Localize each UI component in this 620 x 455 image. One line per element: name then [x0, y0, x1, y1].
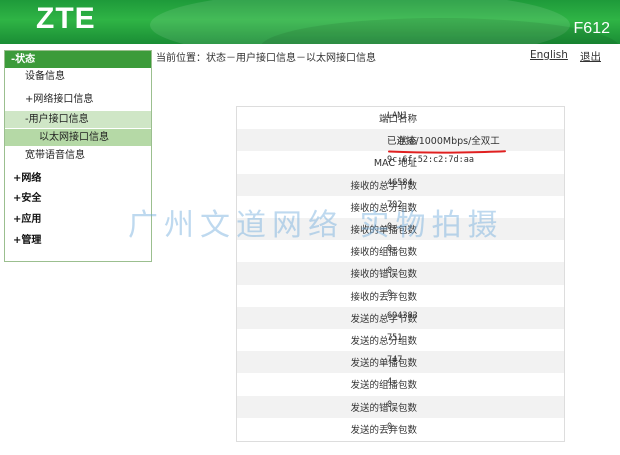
nav-network[interactable]: +网络: [5, 170, 151, 187]
row-label: 接收的组播包数: [350, 247, 417, 259]
nav-user-interface-info[interactable]: -用户接口信息: [5, 111, 151, 128]
row-label: 发送的单播包数: [350, 358, 417, 370]
table-row: 接收的丢弃包数 0: [237, 285, 564, 307]
logout-link[interactable]: 退出: [580, 49, 601, 64]
nav-broadband-voice-info[interactable]: 宽带语音信息: [5, 147, 151, 164]
table-row: 发送的总字节数 694383: [237, 306, 564, 329]
ethernet-info-table: 端口名称 LAN1 状态 已连接/1000Mbps/全双工 MAC 地址 9c:6f:…: [236, 106, 565, 442]
table-row: 状态 已连接/1000Mbps/全双工: [237, 129, 564, 152]
row-value: 已连接/1000Mbps/全双工: [387, 136, 500, 148]
table-row: 发送的组播包数 4: [237, 373, 564, 395]
table-row: 接收的组播包数 0: [237, 240, 564, 262]
table-row: 接收的总字节数 46584: [237, 173, 564, 196]
row-value: 0: [387, 421, 393, 432]
row-label: 接收的错误包数: [350, 269, 417, 281]
table-row: 接收的错误包数 0: [237, 262, 564, 285]
row-label: 发送的错误包数: [350, 402, 417, 414]
table-row: MAC 地址 9c:6f:52:c2:7d:aa: [237, 151, 564, 173]
breadcrumb: 当前位置：状态－用户接口信息－以太网接口信息: [156, 53, 376, 64]
row-value: 0: [387, 266, 393, 277]
row-value: LAN1: [387, 111, 408, 121]
zte-logo: ZTE: [36, 2, 96, 35]
row-value: 751: [387, 333, 403, 343]
nav-application[interactable]: +应用: [5, 211, 151, 228]
row-value: 0: [387, 244, 393, 255]
row-label: 发送的总分组数: [350, 336, 417, 347]
row-label: 发送的丢弃包数: [350, 424, 417, 436]
nav-status[interactable]: -状态: [5, 51, 151, 68]
row-label: 接收的总分组数: [350, 202, 417, 214]
row-value: 9c:6f:52:c2:7d:aa: [387, 155, 474, 166]
row-value: 0: [387, 288, 393, 299]
table-row: 发送的单播包数 747: [237, 351, 564, 374]
row-value: 4: [387, 377, 393, 388]
row-value: 46584: [387, 177, 413, 188]
header-banner: ZTE F612: [0, 0, 620, 44]
nav-device-info[interactable]: 设备信息: [5, 68, 151, 85]
red-underline-annotation: [388, 150, 506, 154]
row-label: 接收的单播包数: [350, 225, 417, 236]
row-label: 发送的组播包数: [350, 380, 417, 392]
nav-security[interactable]: +安全: [5, 190, 151, 207]
nav-ethernet-interface-info[interactable]: 以太网接口信息: [5, 129, 151, 146]
sidebar-nav: -状态 设备信息 +网络接口信息 -用户接口信息 以太网接口信息 宽带语音信息 …: [4, 50, 152, 262]
row-value: 694383: [387, 310, 418, 321]
row-value: 0: [387, 222, 393, 232]
table-row: 端口名称 LAN1: [237, 107, 564, 129]
table-row: 发送的丢弃包数 0: [237, 418, 564, 440]
english-link[interactable]: English: [530, 49, 568, 61]
table-row: 接收的总分组数 702: [237, 196, 564, 218]
row-value: 0: [387, 399, 393, 410]
row-label: 接收的丢弃包数: [350, 291, 417, 303]
table-row: 发送的总分组数 751: [237, 329, 564, 351]
table-row: 发送的错误包数 0: [237, 395, 564, 418]
row-value: 702: [387, 199, 403, 210]
nav-management[interactable]: +管理: [5, 232, 151, 249]
nav-network-interface-info[interactable]: +网络接口信息: [5, 91, 151, 108]
device-model: F612: [573, 20, 610, 37]
table-row: 接收的单播包数 0: [237, 218, 564, 241]
row-value: 747: [387, 355, 403, 366]
